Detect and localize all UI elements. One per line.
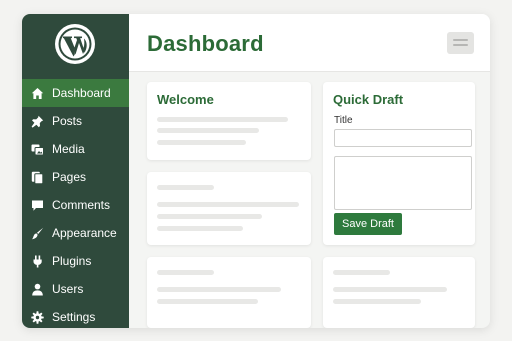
sidebar-item-label: Dashboard	[52, 86, 111, 100]
sidebar-item-label: Pages	[52, 170, 87, 184]
quick-draft-card: Quick Draft Title Save Draft	[323, 82, 475, 245]
menu-button[interactable]	[447, 32, 474, 54]
activity-card	[147, 172, 311, 245]
placeholder-line	[333, 287, 447, 292]
placeholder-line	[157, 117, 288, 122]
quick-draft-title: Quick Draft	[333, 92, 404, 107]
hamburger-icon-bar	[453, 44, 468, 46]
sidebar-item-label: Plugins	[52, 254, 92, 268]
placeholder-line	[157, 287, 281, 292]
sidebar-item-label: Posts	[52, 114, 83, 128]
sidebar-item-label: Media	[52, 142, 85, 156]
placeholder-line	[157, 140, 246, 145]
dashboard-window: Dashboard Posts Media Pages Comments App…	[22, 14, 490, 328]
sidebar-item-plugins[interactable]: Plugins	[22, 247, 129, 275]
placeholder-line	[157, 299, 258, 304]
brush-icon	[31, 227, 44, 240]
events-card	[323, 257, 475, 328]
welcome-title: Welcome	[157, 92, 214, 107]
home-icon	[31, 87, 44, 100]
placeholder-line	[157, 202, 299, 207]
plugin-icon	[31, 255, 44, 268]
save-draft-button[interactable]: Save Draft	[334, 213, 402, 235]
main-content: Dashboard Welcome Quick Draft Title Save…	[129, 14, 490, 328]
sidebar-item-media[interactable]: Media	[22, 135, 129, 163]
media-icon	[31, 143, 44, 156]
page-header: Dashboard	[129, 14, 490, 72]
sidebar-item-label: Users	[52, 282, 84, 296]
sidebar-item-posts[interactable]: Posts	[22, 107, 129, 135]
draft-title-label: Title	[334, 115, 353, 126]
sidebar-nav: Dashboard Posts Media Pages Comments App…	[22, 79, 129, 328]
sidebar-item-users[interactable]: Users	[22, 275, 129, 303]
placeholder-line	[157, 270, 214, 275]
placeholder-line	[157, 185, 214, 190]
pushpin-icon	[31, 115, 44, 128]
sidebar-item-label: Comments	[52, 198, 111, 212]
sidebar-item-settings[interactable]: Settings	[22, 303, 129, 328]
placeholder-line	[333, 270, 390, 275]
admin-sidebar: Dashboard Posts Media Pages Comments App…	[22, 14, 129, 328]
sidebar-item-dashboard[interactable]: Dashboard	[22, 79, 129, 107]
draft-content-input[interactable]	[334, 156, 472, 210]
hamburger-icon-bar	[453, 39, 468, 41]
sidebar-item-label: Appearance	[52, 226, 117, 240]
sidebar-item-pages[interactable]: Pages	[22, 163, 129, 191]
placeholder-line	[157, 214, 262, 219]
sidebar-item-appearance[interactable]: Appearance	[22, 219, 129, 247]
pages-icon	[31, 171, 44, 184]
wordpress-logo-icon[interactable]	[54, 23, 96, 65]
page-title: Dashboard	[147, 31, 264, 56]
placeholder-line	[157, 128, 259, 133]
comment-icon	[31, 199, 44, 212]
sidebar-item-comments[interactable]: Comments	[22, 191, 129, 219]
news-card	[147, 257, 311, 328]
welcome-card: Welcome	[147, 82, 311, 160]
gear-icon	[31, 310, 44, 324]
sidebar-item-label: Settings	[52, 310, 96, 324]
draft-title-input[interactable]	[334, 129, 472, 147]
placeholder-line	[157, 226, 243, 231]
user-icon	[31, 283, 44, 296]
placeholder-line	[333, 299, 421, 304]
